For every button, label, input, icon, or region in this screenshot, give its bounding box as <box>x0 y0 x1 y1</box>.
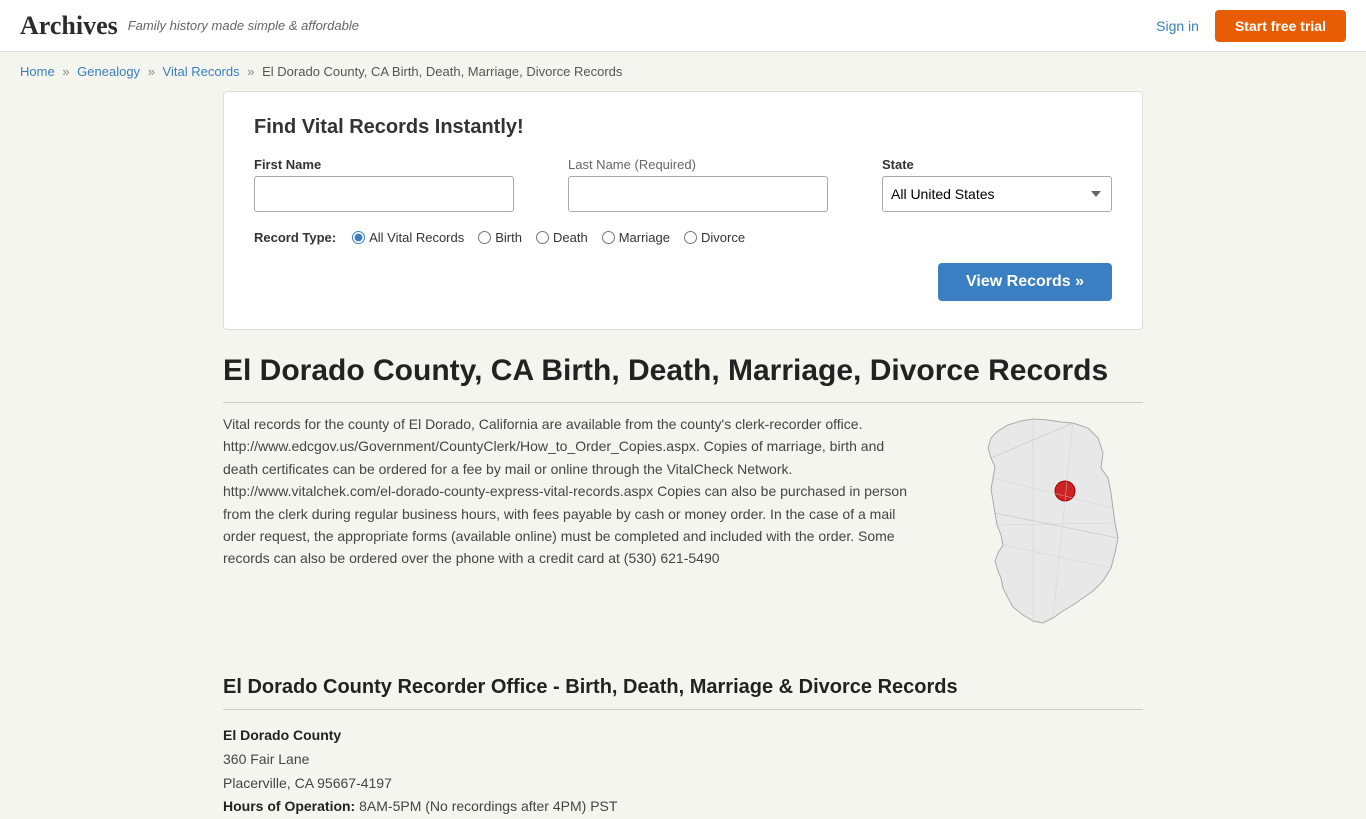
recorder-section: El Dorado County Recorder Office - Birth… <box>223 676 1143 819</box>
radio-all-vital-label: All Vital Records <box>369 230 464 245</box>
radio-divorce[interactable]: Divorce <box>684 230 745 245</box>
hours-label: Hours of Operation: <box>223 798 355 814</box>
recorder-info: El Dorado County 360 Fair Lane Placervil… <box>223 724 1143 819</box>
first-name-input[interactable] <box>254 176 514 212</box>
search-fields: First Name Last Name (Required) State Al… <box>254 157 1112 212</box>
state-label: State <box>882 157 1112 172</box>
tagline: Family history made simple & affordable <box>128 18 359 33</box>
logo: Archives <box>20 11 118 41</box>
radio-marriage-input[interactable] <box>602 231 615 244</box>
radio-all-vital[interactable]: All Vital Records <box>352 230 464 245</box>
ca-map <box>953 413 1143 646</box>
content-section: Vital records for the county of El Dorad… <box>223 413 1143 646</box>
breadcrumb-vital-records[interactable]: Vital Records <box>163 64 240 79</box>
radio-all-vital-input[interactable] <box>352 231 365 244</box>
sign-in-link[interactable]: Sign in <box>1156 18 1199 34</box>
radio-divorce-label: Divorce <box>701 230 745 245</box>
search-title: Find Vital Records Instantly! <box>254 116 1112 139</box>
breadcrumb-sep1: » <box>62 64 69 79</box>
page-title: El Dorado County, CA Birth, Death, Marri… <box>223 354 1143 403</box>
last-name-required: (Required) <box>635 157 696 172</box>
recorder-title: El Dorado County Recorder Office - Birth… <box>223 676 1143 710</box>
breadcrumb-sep3: » <box>247 64 254 79</box>
header-left: Archives Family history made simple & af… <box>20 11 359 41</box>
last-name-group: Last Name (Required) <box>568 157 862 212</box>
hours-value: 8AM-5PM (No recordings after 4PM) PST <box>359 798 617 814</box>
description-paragraph: Vital records for the county of El Dorad… <box>223 413 923 570</box>
breadcrumb-sep2: » <box>148 64 155 79</box>
record-type-label: Record Type: <box>254 230 336 245</box>
search-box: Find Vital Records Instantly! First Name… <box>223 91 1143 330</box>
start-trial-button[interactable]: Start free trial <box>1215 10 1346 42</box>
breadcrumb-home[interactable]: Home <box>20 64 55 79</box>
address1: 360 Fair Lane <box>223 748 1143 772</box>
view-records-row: View Records » <box>254 263 1112 301</box>
radio-birth-input[interactable] <box>478 231 491 244</box>
state-group: State All United States <box>882 157 1112 212</box>
radio-death-input[interactable] <box>536 231 549 244</box>
first-name-label: First Name <box>254 157 548 172</box>
header: Archives Family history made simple & af… <box>0 0 1366 52</box>
state-select[interactable]: All United States <box>882 176 1112 212</box>
view-records-button[interactable]: View Records » <box>938 263 1112 301</box>
radio-marriage-label: Marriage <box>619 230 670 245</box>
radio-death[interactable]: Death <box>536 230 588 245</box>
radio-group: All Vital Records Birth Death Marriage D… <box>352 230 745 245</box>
main-content: Find Vital Records Instantly! First Name… <box>203 91 1163 819</box>
radio-birth-label: Birth <box>495 230 522 245</box>
record-type-row: Record Type: All Vital Records Birth Dea… <box>254 230 1112 245</box>
address2: Placerville, CA 95667-4197 <box>223 772 1143 796</box>
radio-death-label: Death <box>553 230 588 245</box>
last-name-label: Last Name (Required) <box>568 157 862 172</box>
radio-birth[interactable]: Birth <box>478 230 522 245</box>
content-description: Vital records for the county of El Dorad… <box>223 413 923 646</box>
first-name-group: First Name <box>254 157 548 212</box>
breadcrumb-genealogy[interactable]: Genealogy <box>77 64 140 79</box>
radio-divorce-input[interactable] <box>684 231 697 244</box>
breadcrumb-current: El Dorado County, CA Birth, Death, Marri… <box>262 64 622 79</box>
office-name: El Dorado County <box>223 727 341 743</box>
header-right: Sign in Start free trial <box>1156 10 1346 42</box>
breadcrumb: Home » Genealogy » Vital Records » El Do… <box>0 52 1366 91</box>
last-name-input[interactable] <box>568 176 828 212</box>
radio-marriage[interactable]: Marriage <box>602 230 670 245</box>
